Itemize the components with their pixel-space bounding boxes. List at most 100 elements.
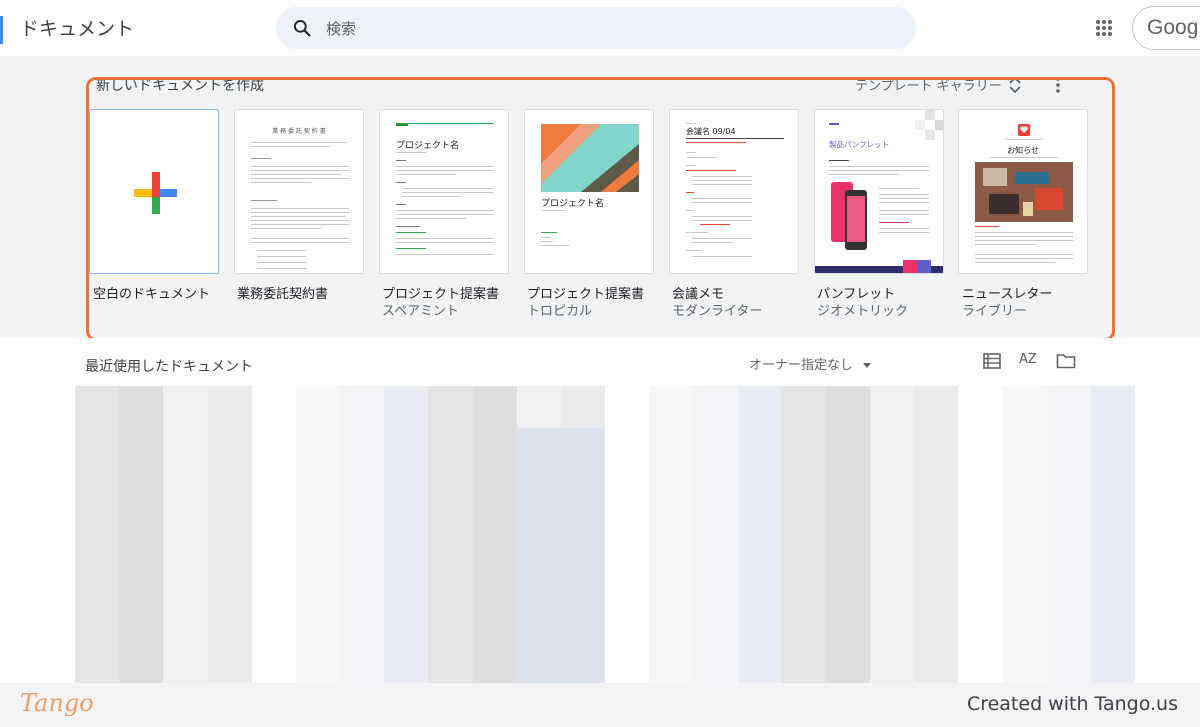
blurred-cell <box>1090 555 1135 599</box>
blurred-cell <box>340 640 385 683</box>
blurred-cell <box>560 598 605 641</box>
blurred-cell <box>207 428 252 471</box>
blurred-cell <box>605 428 650 471</box>
blurred-cell <box>825 428 870 471</box>
blurred-cell <box>75 640 120 683</box>
owner-filter-label: オーナー指定なし <box>749 358 854 373</box>
blurred-cell <box>295 470 340 514</box>
blurred-cell <box>870 470 915 514</box>
blurred-cell <box>75 470 120 514</box>
blurred-cell <box>119 640 164 683</box>
blurred-cell <box>870 513 915 556</box>
blurred-cell <box>560 513 605 556</box>
blurred-cell <box>516 513 561 556</box>
blurred-cell <box>1002 386 1047 429</box>
blurred-cell <box>119 598 164 641</box>
blurred-cell <box>251 640 296 683</box>
blurred-cell <box>340 386 385 429</box>
blurred-cell <box>737 555 782 599</box>
blurred-cell <box>163 470 208 514</box>
blurred-cell <box>251 555 296 599</box>
google-account-label: Goog <box>1147 16 1199 39</box>
search-bar[interactable]: 検索 <box>276 7 916 49</box>
blurred-cell <box>1090 428 1135 471</box>
blurred-cell <box>1046 386 1091 429</box>
blurred-cell <box>914 428 959 471</box>
search-input[interactable]: 検索 <box>326 18 356 39</box>
search-icon[interactable] <box>292 18 312 38</box>
blurred-cell <box>781 598 826 641</box>
blurred-cell <box>1002 513 1047 556</box>
blurred-cell <box>207 386 252 429</box>
blurred-cell <box>649 640 694 683</box>
apps-grid-icon[interactable] <box>1092 16 1116 40</box>
blurred-cell <box>825 513 870 556</box>
sort-az-icon[interactable]: AZ <box>1019 352 1037 367</box>
blurred-cell <box>75 513 120 556</box>
blurred-cell <box>958 428 1003 471</box>
app-title[interactable]: ドキュメント <box>20 14 134 41</box>
blurred-cell <box>693 470 738 514</box>
blurred-cell <box>825 386 870 429</box>
recent-documents-title: 最近使用したドキュメント <box>85 359 253 375</box>
blurred-cell <box>958 598 1003 641</box>
folder-icon[interactable] <box>1056 353 1076 369</box>
blurred-cell <box>914 555 959 599</box>
blurred-cell <box>649 513 694 556</box>
blurred-cell <box>472 428 517 471</box>
blurred-cell <box>825 640 870 683</box>
owner-filter-dropdown[interactable]: オーナー指定なし <box>749 354 872 373</box>
blurred-cell <box>914 470 959 514</box>
blurred-cell <box>870 555 915 599</box>
blurred-cell <box>1046 555 1091 599</box>
blurred-cell <box>737 386 782 429</box>
blurred-cell <box>428 470 473 514</box>
blurred-cell <box>781 555 826 599</box>
google-account-button[interactable]: Goog <box>1132 6 1200 50</box>
blurred-cell <box>781 640 826 683</box>
blurred-cell <box>340 428 385 471</box>
blurred-cell <box>870 640 915 683</box>
blurred-cell <box>605 513 650 556</box>
top-bar: ドキュメント 検索 Goog <box>0 0 1200 56</box>
blurred-cell <box>1090 598 1135 641</box>
blurred-cell <box>472 386 517 429</box>
blurred-cell <box>1046 428 1091 471</box>
blurred-cell <box>693 640 738 683</box>
blurred-cell <box>605 470 650 514</box>
blurred-cell <box>516 640 561 683</box>
blurred-cell <box>649 428 694 471</box>
blurred-cell <box>428 598 473 641</box>
blurred-cell <box>1090 470 1135 514</box>
tango-credit: Created with Tango.us <box>966 693 1178 715</box>
blurred-cell <box>737 640 782 683</box>
blurred-cell <box>693 428 738 471</box>
blurred-cell <box>384 555 429 599</box>
blurred-cell <box>781 386 826 429</box>
blurred-cell <box>958 513 1003 556</box>
blurred-cell <box>340 598 385 641</box>
blurred-cell <box>207 640 252 683</box>
blurred-cell <box>737 513 782 556</box>
blurred-cell <box>958 386 1003 429</box>
recent-documents-section: 最近使用したドキュメント オーナー指定なし AZ <box>0 338 1200 683</box>
list-view-icon[interactable] <box>983 353 1001 369</box>
blurred-cell <box>781 428 826 471</box>
blurred-cell <box>384 428 429 471</box>
blurred-cell <box>251 470 296 514</box>
blurred-cell <box>914 598 959 641</box>
blurred-cell <box>472 598 517 641</box>
blurred-cell <box>516 386 561 429</box>
blurred-cell <box>1046 470 1091 514</box>
blurred-cell <box>825 470 870 514</box>
blurred-cell <box>1002 598 1047 641</box>
blurred-cell <box>737 598 782 641</box>
blurred-cell <box>295 513 340 556</box>
blurred-cell <box>1046 513 1091 556</box>
blurred-cell <box>693 598 738 641</box>
recent-documents-grid[interactable] <box>75 386 1135 683</box>
blurred-cell <box>207 598 252 641</box>
blurred-cell <box>472 640 517 683</box>
blurred-cell <box>75 428 120 471</box>
blurred-cell <box>163 598 208 641</box>
